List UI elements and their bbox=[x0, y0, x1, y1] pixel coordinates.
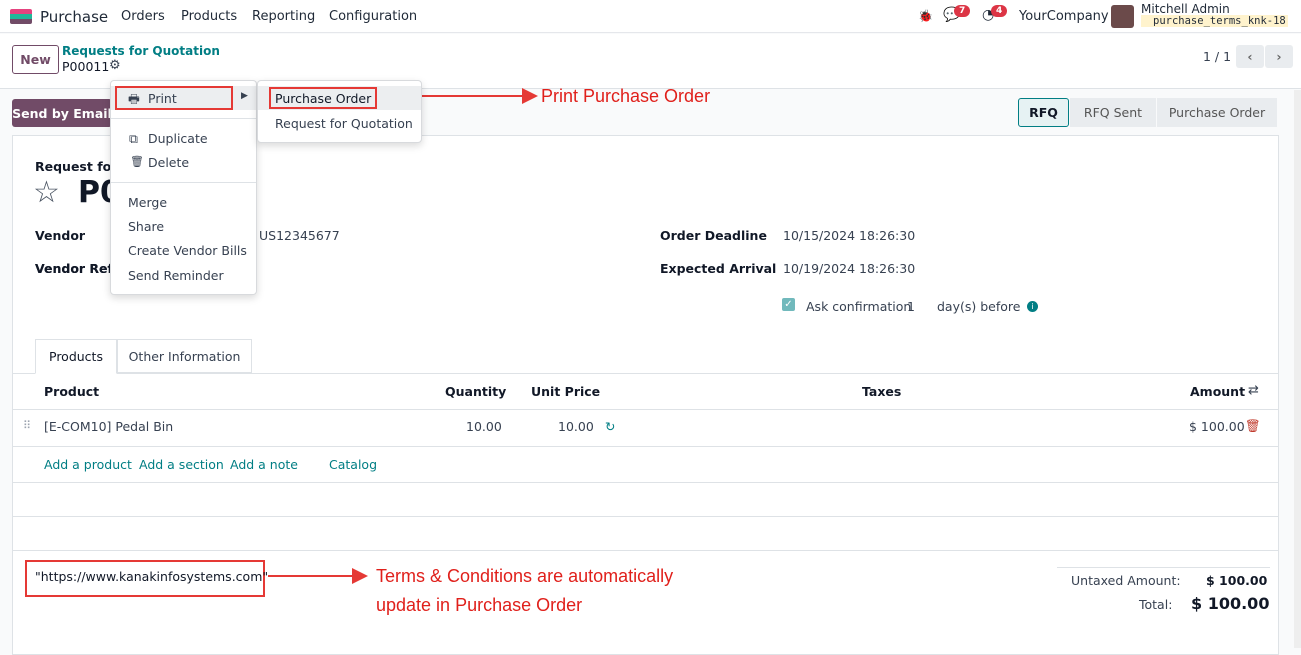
status-rfq[interactable]: RFQ bbox=[1018, 98, 1069, 127]
annotation-arrow bbox=[268, 575, 358, 577]
status-purchase-order[interactable]: Purchase Order bbox=[1157, 98, 1277, 127]
annotation-terms-line1: Terms & Conditions are automatically bbox=[376, 566, 674, 586]
menu-products[interactable]: Products bbox=[181, 9, 237, 24]
annotation-arrowhead bbox=[522, 88, 538, 104]
messages-badge: 7 bbox=[954, 5, 971, 17]
row-amount: $ 100.00 bbox=[1189, 419, 1245, 434]
navbar: Purchase Orders Products Reporting Confi… bbox=[0, 0, 1301, 33]
table-row[interactable] bbox=[13, 410, 1278, 446]
row-quantity[interactable]: 10.00 bbox=[466, 419, 502, 434]
menu-reporting[interactable]: Reporting bbox=[252, 9, 315, 24]
trash-icon: 🗑 bbox=[130, 155, 144, 168]
row-product[interactable]: [E-COM10] Pedal Bin bbox=[44, 419, 173, 434]
add-product-link[interactable]: Add a product bbox=[44, 457, 132, 472]
total-label: Total: bbox=[1139, 597, 1173, 612]
actions-dropdown bbox=[110, 80, 257, 295]
drag-handle-icon[interactable]: ⠿ bbox=[23, 419, 31, 432]
price-history-icon[interactable]: ↻ bbox=[605, 419, 615, 434]
tab-products-label: Products bbox=[49, 349, 103, 364]
pager-prev-button[interactable]: ‹ bbox=[1236, 45, 1264, 68]
delete-row-icon[interactable]: 🗑 bbox=[1245, 418, 1261, 434]
pager-next-button[interactable]: › bbox=[1265, 45, 1293, 68]
row-unit-price[interactable]: 10.00 bbox=[558, 419, 594, 434]
user-name[interactable]: Mitchell Admin bbox=[1141, 2, 1230, 16]
optional-columns-icon[interactable]: ⇄ bbox=[1248, 383, 1259, 398]
ask-confirmation-suffix: day(s) before bbox=[937, 299, 1021, 314]
catalog-link[interactable]: Catalog bbox=[329, 457, 377, 472]
pager-value[interactable]: 1 / 1 bbox=[1203, 49, 1231, 64]
avatar[interactable] bbox=[1111, 5, 1134, 28]
new-button[interactable]: New bbox=[12, 45, 59, 74]
menu-item-duplicate[interactable]: Duplicate bbox=[148, 131, 208, 146]
tab-other-information-label: Other Information bbox=[128, 348, 241, 364]
add-section-link[interactable]: Add a section bbox=[139, 457, 224, 472]
printer-icon: 🖶 bbox=[128, 91, 140, 106]
app-logo-icon[interactable] bbox=[10, 9, 32, 24]
vendor-reference-label-visible: Vendor Refe bbox=[35, 261, 122, 276]
menu-item-merge[interactable]: Merge bbox=[128, 195, 167, 210]
total-amount: $ 100.00 bbox=[1191, 594, 1270, 613]
divider bbox=[13, 373, 1278, 374]
company-switcher[interactable]: YourCompany bbox=[1019, 9, 1109, 24]
info-icon: i bbox=[1027, 301, 1038, 312]
col-amount[interactable]: Amount bbox=[1190, 384, 1245, 399]
annotation-print-po: Print Purchase Order bbox=[541, 86, 711, 106]
untaxed-amount: $ 100.00 bbox=[1206, 573, 1268, 588]
ask-confirmation-label: Ask confirmation bbox=[806, 299, 912, 314]
breadcrumb-rfq[interactable]: Requests for Quotation bbox=[62, 44, 220, 58]
divider bbox=[13, 550, 1278, 551]
divider bbox=[13, 516, 1278, 517]
tab-other-information[interactable]: Other Information bbox=[117, 339, 252, 373]
menu-item-create-vendor-bills[interactable]: Create Vendor Bills bbox=[128, 243, 247, 258]
priority-star-icon[interactable]: ☆ bbox=[33, 175, 60, 210]
ask-confirmation-days[interactable]: 1 bbox=[907, 299, 915, 314]
menu-configuration[interactable]: Configuration bbox=[329, 9, 417, 24]
copy-icon: ⧉ bbox=[129, 131, 138, 146]
submenu-purchase-order[interactable]: Purchase Order bbox=[275, 91, 371, 106]
divider bbox=[1057, 567, 1270, 568]
debug-bug-icon[interactable]: 🐞 bbox=[918, 9, 933, 23]
send-by-email-button[interactable]: Send by Email bbox=[12, 99, 112, 127]
scrollbar[interactable] bbox=[1294, 90, 1301, 648]
col-taxes[interactable]: Taxes bbox=[862, 384, 901, 399]
record-name: P00011 bbox=[62, 59, 110, 74]
order-deadline-field[interactable]: 10/15/2024 18:26:30 bbox=[783, 228, 915, 243]
vendor-label: Vendor bbox=[35, 228, 86, 243]
menu-item-delete[interactable]: Delete bbox=[148, 155, 189, 170]
print-label: Print bbox=[148, 91, 177, 106]
divider bbox=[13, 446, 1278, 447]
tab-products[interactable]: Products bbox=[35, 339, 117, 374]
add-note-link[interactable]: Add a note bbox=[230, 457, 298, 472]
submenu-request-for-quotation[interactable]: Request for Quotation bbox=[275, 116, 413, 131]
expected-arrival-label: Expected Arrival bbox=[660, 261, 777, 276]
order-deadline-label: Order Deadline bbox=[660, 228, 767, 243]
database-name: purchase_terms_knk-18 bbox=[1141, 15, 1288, 27]
col-unit-price[interactable]: Unit Price bbox=[531, 384, 600, 399]
terms-and-conditions[interactable]: "https://www.kanakinfosystems.com" bbox=[35, 569, 268, 584]
vendor-field[interactable]: US12345677 bbox=[259, 228, 340, 243]
col-product[interactable]: Product bbox=[44, 384, 99, 399]
menu-item-share[interactable]: Share bbox=[128, 219, 164, 234]
menu-orders[interactable]: Orders bbox=[121, 9, 165, 24]
expected-arrival-field[interactable]: 10/19/2024 18:26:30 bbox=[783, 261, 915, 276]
annotation-arrowhead bbox=[352, 568, 368, 584]
divider bbox=[111, 182, 256, 183]
menu-item-send-reminder[interactable]: Send Reminder bbox=[128, 268, 224, 283]
gear-icon[interactable]: ⚙ bbox=[109, 58, 121, 73]
caret-right-icon: ▶ bbox=[241, 91, 248, 101]
divider bbox=[111, 118, 256, 119]
app-name[interactable]: Purchase bbox=[40, 8, 108, 26]
ask-confirmation-checkbox[interactable]: ✓ bbox=[782, 298, 795, 311]
status-rfq-sent[interactable]: RFQ Sent bbox=[1070, 98, 1156, 127]
activities-badge: 4 bbox=[991, 5, 1008, 17]
divider bbox=[13, 482, 1278, 483]
annotation-terms-line2: update in Purchase Order bbox=[376, 595, 583, 615]
untaxed-label: Untaxed Amount: bbox=[1071, 573, 1181, 588]
col-quantity[interactable]: Quantity bbox=[445, 384, 506, 399]
